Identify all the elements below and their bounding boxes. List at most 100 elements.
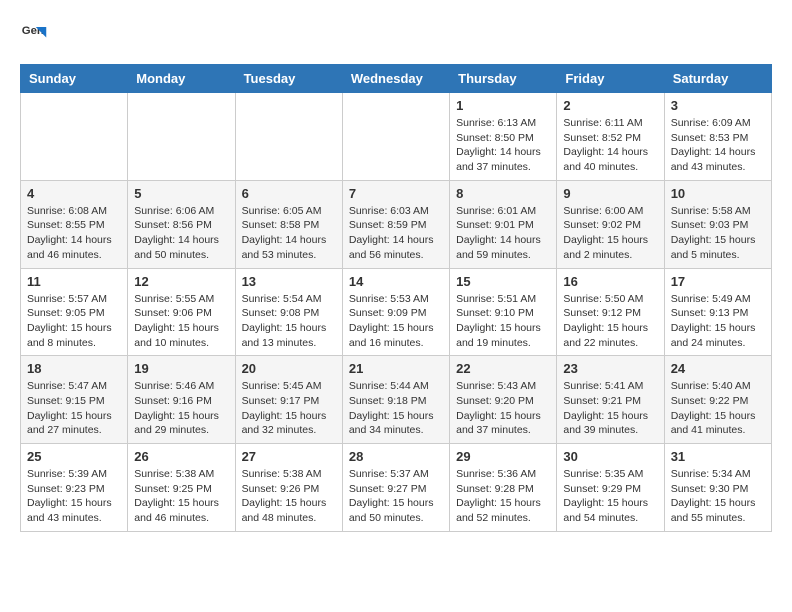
day-number: 14 [349,274,443,289]
weekday-header-saturday: Saturday [664,65,771,93]
calendar-cell: 4 Sunrise: 6:08 AM Sunset: 8:55 PM Daylig… [21,180,128,268]
calendar-cell: 22 Sunrise: 5:43 AM Sunset: 9:20 PM Dayli… [450,356,557,444]
calendar-cell: 29Sunrise: 5:36 AM Sunset: 9:28 PM Dayli… [450,444,557,532]
day-info: Sunrise: 6:11 AM Sunset: 8:52 PM Dayligh… [563,116,657,175]
day-number: 25 [27,449,121,464]
day-number: 4 [27,186,121,201]
day-info: Sunrise: 5:38 AM Sunset: 9:25 PM Dayligh… [134,467,228,526]
day-info: Sunrise: 5:34 AM Sunset: 9:30 PM Dayligh… [671,467,765,526]
calendar-week-row: 25 Sunrise: 5:39 AM Sunset: 9:23 PM Dayli… [21,444,772,532]
day-number: 11 [27,274,121,289]
day-info: Sunrise: 5:58 AM Sunset: 9:03 PM Dayligh… [671,204,765,263]
calendar-week-row: 11 Sunrise: 5:57 AM Sunset: 9:05 PM Dayli… [21,268,772,356]
calendar-cell [128,93,235,181]
day-info: Sunrise: 5:36 AM Sunset: 9:28 PM Dayligh… [456,467,550,526]
day-number: 16 [563,274,657,289]
day-number: 6 [242,186,336,201]
logo-icon: Gen [20,20,48,48]
calendar-cell: 24Sunrise: 5:40 AM Sunset: 9:22 PM Dayli… [664,356,771,444]
calendar-cell: 7 Sunrise: 6:03 AM Sunset: 8:59 PM Daylig… [342,180,449,268]
day-number: 20 [242,361,336,376]
day-number: 2 [563,98,657,113]
calendar-cell [342,93,449,181]
calendar-cell: 15Sunrise: 5:51 AM Sunset: 9:10 PM Dayli… [450,268,557,356]
day-info: Sunrise: 5:57 AM Sunset: 9:05 PM Dayligh… [27,292,121,351]
calendar-cell: 12 Sunrise: 5:55 AM Sunset: 9:06 PM Dayli… [128,268,235,356]
calendar-cell: 9 Sunrise: 6:00 AM Sunset: 9:02 PM Daylig… [557,180,664,268]
day-number: 9 [563,186,657,201]
day-info: Sunrise: 5:46 AM Sunset: 9:16 PM Dayligh… [134,379,228,438]
day-number: 24 [671,361,765,376]
calendar-cell: 17 Sunrise: 5:49 AM Sunset: 9:13 PM Dayli… [664,268,771,356]
weekday-header-row: SundayMondayTuesdayWednesdayThursdayFrid… [21,65,772,93]
calendar-cell: 25 Sunrise: 5:39 AM Sunset: 9:23 PM Dayli… [21,444,128,532]
calendar-header: SundayMondayTuesdayWednesdayThursdayFrid… [21,65,772,93]
calendar-cell: 30Sunrise: 5:35 AM Sunset: 9:29 PM Dayli… [557,444,664,532]
day-number: 31 [671,449,765,464]
day-info: Sunrise: 6:08 AM Sunset: 8:55 PM Dayligh… [27,204,121,263]
day-number: 27 [242,449,336,464]
calendar-week-row: 4 Sunrise: 6:08 AM Sunset: 8:55 PM Daylig… [21,180,772,268]
day-number: 21 [349,361,443,376]
day-info: Sunrise: 6:00 AM Sunset: 9:02 PM Dayligh… [563,204,657,263]
day-info: Sunrise: 6:13 AM Sunset: 8:50 PM Dayligh… [456,116,550,175]
calendar-cell: 6 Sunrise: 6:05 AM Sunset: 8:58 PM Daylig… [235,180,342,268]
weekday-header-friday: Friday [557,65,664,93]
day-info: Sunrise: 5:44 AM Sunset: 9:18 PM Dayligh… [349,379,443,438]
day-info: Sunrise: 6:05 AM Sunset: 8:58 PM Dayligh… [242,204,336,263]
day-number: 19 [134,361,228,376]
calendar-cell: 20 Sunrise: 5:45 AM Sunset: 9:17 PM Dayli… [235,356,342,444]
day-info: Sunrise: 5:41 AM Sunset: 9:21 PM Dayligh… [563,379,657,438]
calendar-cell: 16 Sunrise: 5:50 AM Sunset: 9:12 PM Dayli… [557,268,664,356]
day-number: 28 [349,449,443,464]
day-info: Sunrise: 5:38 AM Sunset: 9:26 PM Dayligh… [242,467,336,526]
day-info: Sunrise: 5:45 AM Sunset: 9:17 PM Dayligh… [242,379,336,438]
calendar-cell: 31 Sunrise: 5:34 AM Sunset: 9:30 PM Dayli… [664,444,771,532]
day-number: 13 [242,274,336,289]
calendar-cell: 18 Sunrise: 5:47 AM Sunset: 9:15 PM Dayli… [21,356,128,444]
day-info: Sunrise: 6:03 AM Sunset: 8:59 PM Dayligh… [349,204,443,263]
calendar-cell: 27 Sunrise: 5:38 AM Sunset: 9:26 PM Dayli… [235,444,342,532]
day-info: Sunrise: 6:01 AM Sunset: 9:01 PM Dayligh… [456,204,550,263]
calendar-cell: 21 Sunrise: 5:44 AM Sunset: 9:18 PM Dayli… [342,356,449,444]
day-number: 1 [456,98,550,113]
day-number: 17 [671,274,765,289]
day-number: 22 [456,361,550,376]
logo: Gen [20,20,52,48]
day-info: Sunrise: 5:43 AM Sunset: 9:20 PM Dayligh… [456,379,550,438]
day-info: Sunrise: 5:53 AM Sunset: 9:09 PM Dayligh… [349,292,443,351]
day-info: Sunrise: 5:37 AM Sunset: 9:27 PM Dayligh… [349,467,443,526]
weekday-header-thursday: Thursday [450,65,557,93]
calendar-cell: 1 Sunrise: 6:13 AM Sunset: 8:50 PM Daylig… [450,93,557,181]
day-info: Sunrise: 5:54 AM Sunset: 9:08 PM Dayligh… [242,292,336,351]
weekday-header-tuesday: Tuesday [235,65,342,93]
weekday-header-sunday: Sunday [21,65,128,93]
calendar-week-row: 1 Sunrise: 6:13 AM Sunset: 8:50 PM Daylig… [21,93,772,181]
day-info: Sunrise: 5:39 AM Sunset: 9:23 PM Dayligh… [27,467,121,526]
day-number: 18 [27,361,121,376]
calendar-cell: 13 Sunrise: 5:54 AM Sunset: 9:08 PM Dayli… [235,268,342,356]
day-number: 5 [134,186,228,201]
calendar-cell: 11 Sunrise: 5:57 AM Sunset: 9:05 PM Dayli… [21,268,128,356]
calendar-cell: 19 Sunrise: 5:46 AM Sunset: 9:16 PM Dayli… [128,356,235,444]
weekday-header-monday: Monday [128,65,235,93]
calendar-cell: 14 Sunrise: 5:53 AM Sunset: 9:09 PM Dayli… [342,268,449,356]
calendar-cell: 23Sunrise: 5:41 AM Sunset: 9:21 PM Dayli… [557,356,664,444]
day-number: 12 [134,274,228,289]
day-info: Sunrise: 5:50 AM Sunset: 9:12 PM Dayligh… [563,292,657,351]
day-number: 15 [456,274,550,289]
calendar-cell: 5 Sunrise: 6:06 AM Sunset: 8:56 PM Daylig… [128,180,235,268]
day-number: 7 [349,186,443,201]
calendar-cell [235,93,342,181]
calendar-cell: 8 Sunrise: 6:01 AM Sunset: 9:01 PM Daylig… [450,180,557,268]
day-info: Sunrise: 5:49 AM Sunset: 9:13 PM Dayligh… [671,292,765,351]
day-info: Sunrise: 5:55 AM Sunset: 9:06 PM Dayligh… [134,292,228,351]
day-info: Sunrise: 5:47 AM Sunset: 9:15 PM Dayligh… [27,379,121,438]
calendar-cell: 28 Sunrise: 5:37 AM Sunset: 9:27 PM Dayli… [342,444,449,532]
day-number: 10 [671,186,765,201]
calendar-cell: 26Sunrise: 5:38 AM Sunset: 9:25 PM Dayli… [128,444,235,532]
day-info: Sunrise: 6:06 AM Sunset: 8:56 PM Dayligh… [134,204,228,263]
day-number: 8 [456,186,550,201]
calendar-cell [21,93,128,181]
calendar-week-row: 18 Sunrise: 5:47 AM Sunset: 9:15 PM Dayli… [21,356,772,444]
